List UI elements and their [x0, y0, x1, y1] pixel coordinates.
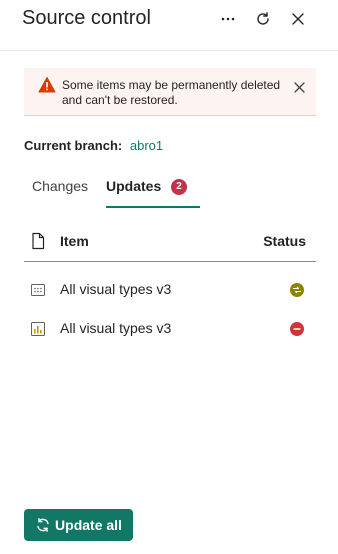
branch-label: Current branch: [24, 138, 123, 153]
document-icon [32, 232, 45, 250]
table-header: Item Status [24, 226, 316, 262]
tab-changes[interactable]: Changes [32, 178, 88, 194]
current-branch: Current branch: abro1 [24, 138, 163, 153]
more-icon [221, 17, 235, 21]
branch-value[interactable]: abro1 [130, 138, 163, 153]
panel-title: Source control [22, 7, 151, 29]
tab-updates[interactable]: Updates [106, 178, 161, 194]
warning-banner: Some items may be permanently deleted an… [24, 68, 316, 116]
table-row[interactable]: All visual types v3 [24, 309, 316, 349]
column-item[interactable]: Item [60, 233, 89, 249]
column-status[interactable]: Status [263, 233, 306, 249]
deleted-icon [290, 322, 304, 336]
report-icon [31, 322, 45, 336]
table-row[interactable]: All visual types v3 [24, 270, 316, 310]
update-all-button[interactable]: Update all [24, 509, 133, 541]
dismiss-banner-button[interactable] [290, 78, 308, 96]
close-panel-button[interactable] [285, 6, 311, 32]
conflict-icon [290, 283, 304, 297]
close-icon [292, 13, 304, 25]
warning-message: Some items may be permanently deleted an… [62, 78, 281, 107]
tab-list: Changes Updates 2 [24, 168, 324, 210]
more-options-button[interactable] [215, 6, 241, 32]
update-all-label: Update all [55, 517, 122, 533]
dashboard-icon [31, 284, 45, 296]
panel-header: Source control [0, 0, 338, 51]
refresh-icon [257, 12, 269, 25]
item-name: All visual types v3 [60, 281, 172, 297]
warning-icon [38, 77, 56, 93]
refresh-button[interactable] [250, 6, 276, 32]
close-icon [293, 81, 305, 93]
updates-count-badge: 2 [171, 179, 187, 195]
active-tab-indicator [106, 206, 200, 208]
sync-icon [37, 518, 49, 532]
item-name: All visual types v3 [60, 320, 172, 336]
